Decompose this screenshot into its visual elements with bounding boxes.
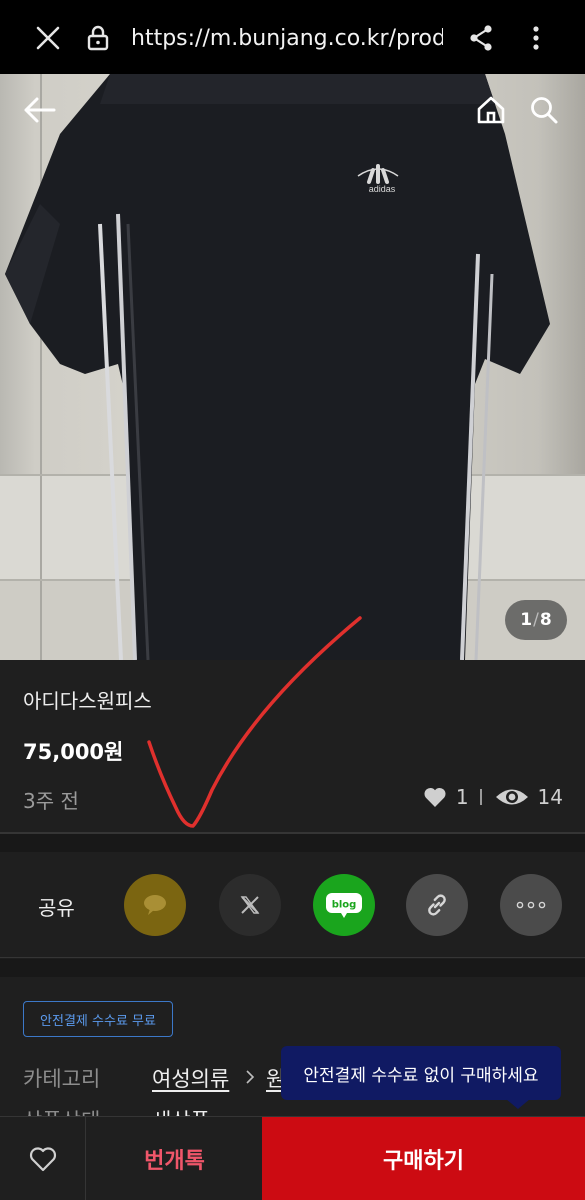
bottom-action-bar: 번개톡 구매하기 [0,1116,585,1200]
product-info: 아디다스원피스 75,000원 3주 전 1 14 [0,660,585,832]
kakaotalk-icon [144,895,166,915]
adidas-logo-text: adidas [369,184,396,194]
x-icon [240,896,260,914]
share-naver-blog-button[interactable]: blog [313,874,375,936]
buy-button[interactable]: 구매하기 [262,1117,585,1200]
product-title: 아디다스원피스 [23,689,152,713]
link-icon [428,894,446,916]
heart-outline-icon [29,1147,56,1172]
dress-image: adidas [5,74,550,660]
more-icon [516,901,546,909]
share-icon [470,25,492,51]
photo-counter-total: 8 [539,610,552,630]
share-page-button[interactable] [463,18,499,58]
bungaetalk-button[interactable]: 번개톡 [87,1117,262,1200]
share-kakaotalk-button[interactable] [124,874,186,936]
share-x-button[interactable] [219,874,281,936]
close-icon [36,26,60,50]
browser-url-bar: https://m.bunjang.co.kr/prod [0,0,585,74]
search-icon [531,97,558,124]
photo-counter-separator: / [533,610,539,630]
chevron-right-icon [246,1070,255,1084]
share-section: 공유 blog [0,852,585,958]
site-info-button[interactable] [80,18,116,58]
photo-counter-current: 1 [520,610,533,630]
kebab-menu-icon [533,26,539,50]
category-label: 카테고리 [23,1067,101,1091]
safe-payment-badge: 안전결제 수수료 무료 [23,1001,173,1037]
share-more-button[interactable] [500,874,562,936]
lock-icon [87,25,109,51]
posted-time: 3주 전 [23,789,79,813]
home-button[interactable] [469,88,513,132]
home-icon [477,96,505,124]
share-link-button[interactable] [406,874,468,936]
view-count: 14 [537,785,563,809]
arrow-left-icon [24,97,56,123]
naver-blog-icon-text: blog [332,900,357,911]
favorite-button[interactable] [0,1117,86,1200]
eye-icon [495,789,528,805]
product-photo[interactable]: adidas 1 / 8 [0,74,585,660]
close-tab-button[interactable] [30,18,66,58]
url-text[interactable]: https://m.bunjang.co.kr/prod [131,22,443,56]
category-link[interactable]: 여성의류 [152,1063,229,1093]
back-button[interactable] [17,88,61,132]
share-label: 공유 [38,896,75,920]
browser-menu-button[interactable] [518,18,554,58]
like-count: 1 [455,785,469,809]
product-price: 75,000원 [23,740,124,764]
naver-blog-icon: blog [326,893,362,918]
safe-payment-tooltip: 안전결제 수수료 없이 구매하세요 [281,1046,561,1100]
photo-counter: 1 / 8 [505,600,567,640]
heart-icon [424,787,446,807]
search-button[interactable] [522,88,566,132]
product-stats: 1 14 [423,782,563,812]
